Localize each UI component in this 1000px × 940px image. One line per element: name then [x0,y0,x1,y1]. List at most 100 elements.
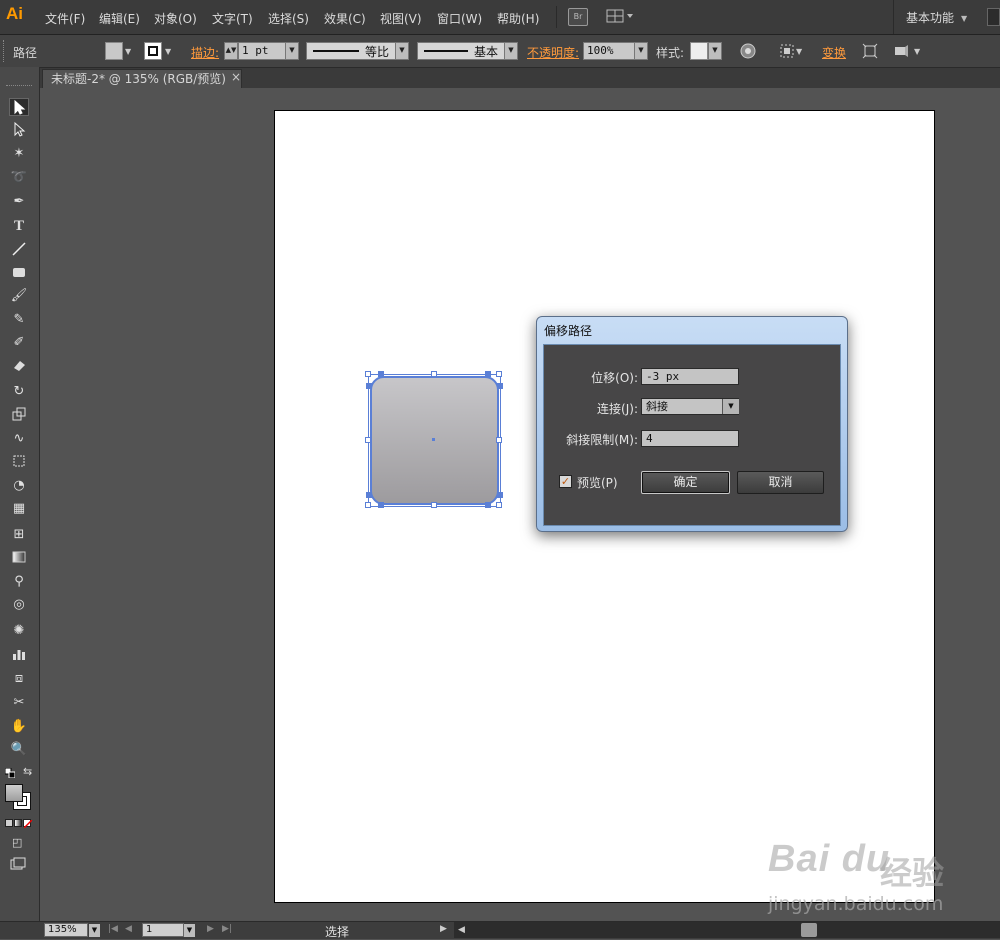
resize-handle[interactable] [496,371,502,377]
preview-checkbox[interactable]: ✓ [559,475,572,488]
chevron-down-icon[interactable]: ▼ [708,42,722,60]
grip-icon[interactable] [3,40,7,62]
eraser-tool-icon[interactable] [9,357,29,375]
chevron-down-icon[interactable]: ▼ [395,42,409,60]
search-box[interactable] [987,8,1000,26]
anchor-point[interactable] [485,371,491,377]
chevron-down-icon[interactable]: ▼ [722,399,739,414]
anchor-point[interactable] [378,502,384,508]
bridge-icon[interactable]: Br [568,8,588,26]
warp-tool-icon[interactable]: ∿ [9,430,29,448]
miter-limit-input[interactable]: 4 [641,430,739,447]
opacity-label[interactable]: 不透明度: [527,44,579,61]
menu-file[interactable]: 文件(F) [45,10,85,27]
draw-mode-icon[interactable]: ◰ [12,836,22,849]
none-mode-icon[interactable] [23,819,32,828]
isolate-icon[interactable] [862,43,878,59]
resize-handle[interactable] [431,502,437,508]
chevron-down-icon[interactable]: ▼ [125,47,131,56]
hand-tool-icon[interactable]: ✋ [9,718,29,736]
free-transform-tool-icon[interactable] [9,453,29,471]
recolor-artwork-icon[interactable] [740,43,756,59]
opacity-input[interactable]: 100% [583,42,635,60]
arrange-documents-icon[interactable] [606,8,633,24]
line-tool-icon[interactable] [9,241,29,259]
last-page-icon[interactable]: ▶| [222,924,232,934]
variable-width-profile-select[interactable]: 等比 [306,42,396,60]
anchor-point[interactable] [497,492,503,498]
swap-colors-icon[interactable]: ⇆ [23,765,32,778]
resize-handle[interactable] [365,437,371,443]
close-icon[interactable]: × [231,70,241,84]
rectangle-tool-icon[interactable] [9,264,29,282]
chevron-down-icon[interactable]: ▼ [184,924,195,937]
stroke-label[interactable]: 描边: [191,44,219,61]
offset-input[interactable]: -3 px [641,368,739,385]
fill-color-box[interactable] [5,784,23,802]
preview-label[interactable]: 预览(P) [577,474,618,491]
paintbrush-tool-icon[interactable]: 🖌 [9,287,29,305]
horizontal-scrollbar[interactable] [454,922,1000,938]
menu-edit[interactable]: 编辑(E) [99,10,140,27]
slice-tool-icon[interactable]: ✂ [9,694,29,712]
chevron-down-icon[interactable]: ▼ [634,42,648,60]
brush-definition-select[interactable]: 基本 [417,42,505,60]
stroke-weight-input[interactable]: 1 pt [238,42,286,60]
color-mode-icon[interactable] [5,819,13,827]
menu-object[interactable]: 对象(O) [154,10,197,27]
chevron-down-icon[interactable]: ▼ [89,924,100,937]
menu-help[interactable]: 帮助(H) [497,10,539,27]
anchor-point[interactable] [366,383,372,389]
screen-mode-icon[interactable] [10,857,26,871]
stroke-swatch[interactable] [144,42,162,60]
anchor-point[interactable] [378,371,384,377]
zoom-field[interactable]: 135% [44,923,88,937]
rotate-tool-icon[interactable]: ↻ [9,383,29,401]
anchor-point[interactable] [366,492,372,498]
gradient-tool-icon[interactable] [9,549,29,567]
lasso-tool-icon[interactable]: ➰ [9,169,29,187]
blob-brush-tool-icon[interactable]: ✐ [9,334,29,352]
align-icon[interactable] [779,43,795,59]
transform-label[interactable]: 变换 [822,44,846,61]
grip-icon[interactable] [6,85,32,89]
selection-tool-icon[interactable] [9,98,29,116]
stepper-icon[interactable]: ▲▼ [224,42,238,60]
menu-select[interactable]: 选择(S) [268,10,309,27]
direct-selection-tool-icon[interactable] [9,121,29,139]
shape-builder-tool-icon[interactable]: ◔ [9,477,29,495]
anchor-point[interactable] [485,502,491,508]
chevron-down-icon[interactable]: ▼ [504,42,518,60]
gradient-mode-icon[interactable] [14,819,22,827]
cancel-button[interactable]: 取消 [737,471,824,494]
mesh-tool-icon[interactable]: ⊞ [9,526,29,544]
next-page-icon[interactable]: ▶ [207,924,214,934]
resize-handle[interactable] [365,371,371,377]
pen-tool-icon[interactable]: ✒ [9,193,29,211]
workspace-switcher[interactable]: 基本功能 [906,9,954,26]
resize-handle[interactable] [496,502,502,508]
graphic-style-swatch[interactable] [690,42,708,60]
scrollbar-thumb[interactable] [801,923,817,937]
ok-button[interactable]: 确定 [641,471,730,494]
menu-type[interactable]: 文字(T) [212,10,253,27]
chevron-down-icon[interactable]: ▼ [165,47,171,56]
chevron-down-icon[interactable]: ▼ [796,47,802,56]
chevron-down-icon[interactable]: ▼ [961,14,967,23]
menu-effect[interactable]: 效果(C) [324,10,366,27]
page-field[interactable]: 1 [142,923,184,937]
prev-page-icon[interactable]: ◀ [125,924,132,934]
chevron-down-icon[interactable]: ▼ [914,47,920,56]
eyedropper-tool-icon[interactable]: ⚲ [9,573,29,591]
default-colors-icon[interactable] [4,767,16,779]
fill-swatch[interactable] [105,42,123,60]
menu-window[interactable]: 窗口(W) [437,10,482,27]
resize-handle[interactable] [496,437,502,443]
resize-handle[interactable] [365,502,371,508]
scale-tool-icon[interactable] [9,406,29,424]
document-tab[interactable]: 未标题-2* @ 135% (RGB/预览) [42,69,242,88]
anchor-point[interactable] [497,383,503,389]
symbol-sprayer-tool-icon[interactable]: ✺ [9,622,29,640]
resize-handle[interactable] [431,371,437,377]
artboard-tool-icon[interactable]: ⧈ [9,670,29,688]
